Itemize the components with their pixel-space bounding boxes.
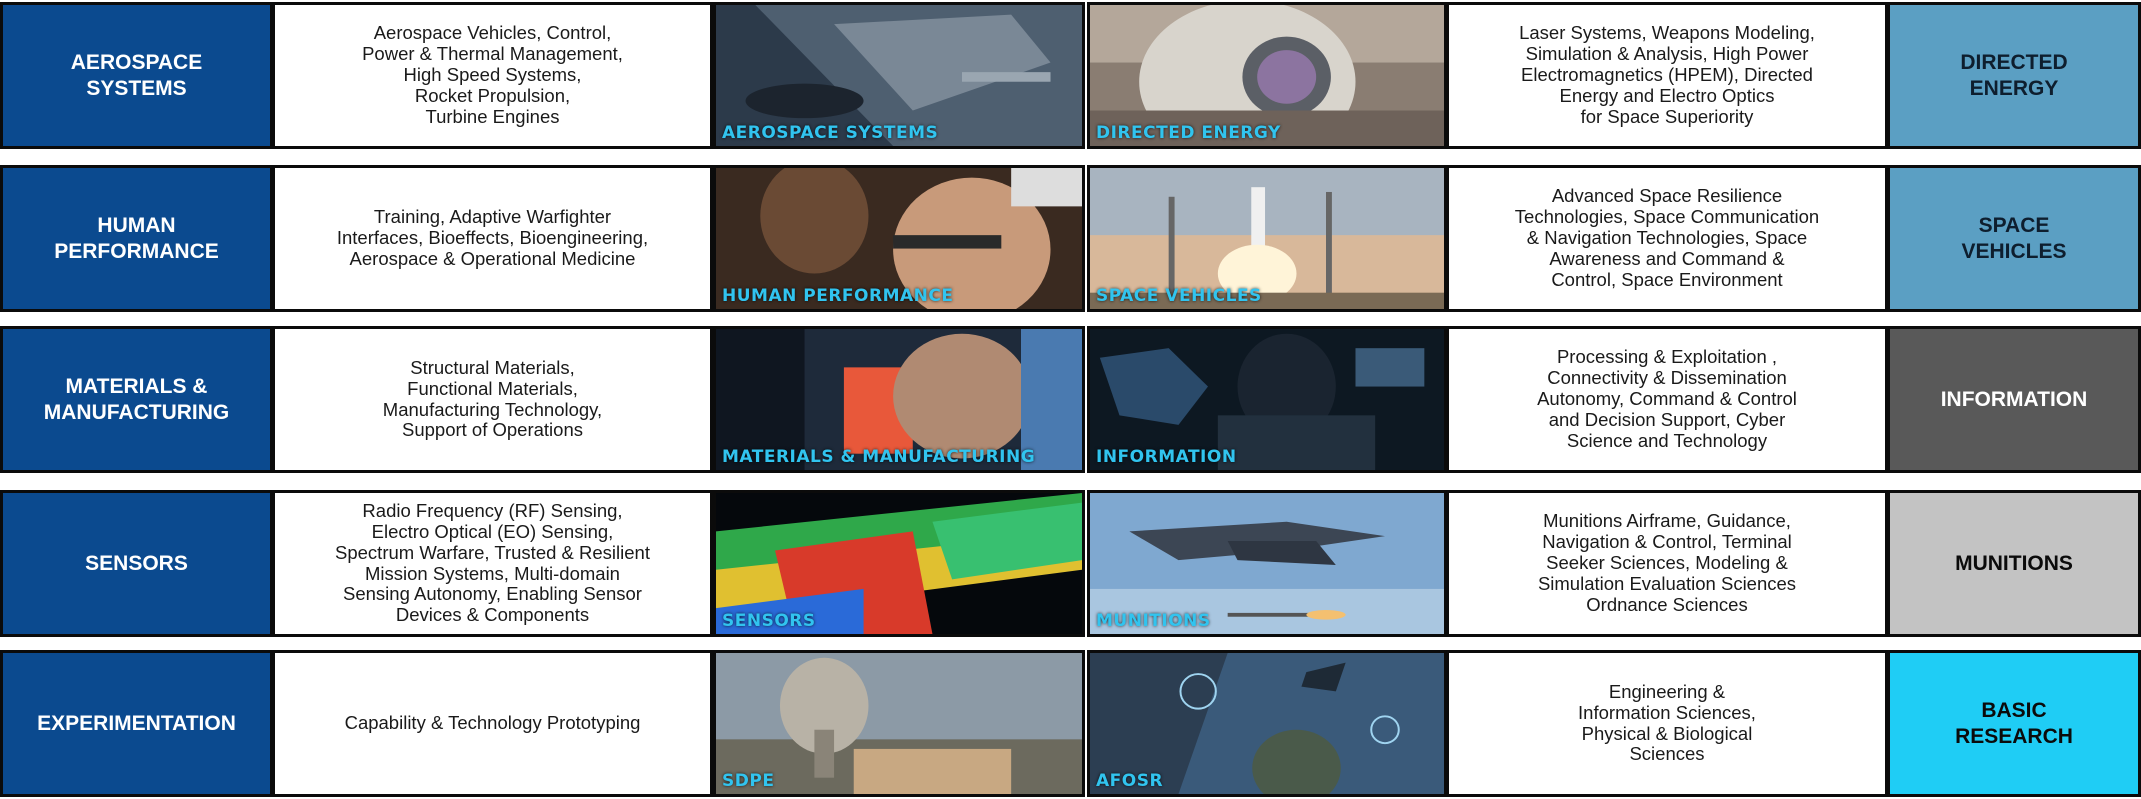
basic-research-image: AFOSR	[1087, 650, 1447, 797]
space-vehicles-label: SPACE VEHICLES	[1887, 165, 2141, 312]
aerospace-systems-caption: AEROSPACE SYSTEMS	[722, 123, 939, 143]
space-vehicles-description: Advanced Space Resilience Technologies, …	[1446, 165, 1888, 312]
directed-energy-description: Laser Systems, Weapons Modeling, Simulat…	[1446, 2, 1888, 149]
row-aerospace-systems: AEROSPACE SYSTEMS Aerospace Vehicles, Co…	[0, 2, 2141, 149]
sensors-image: SENSORS	[713, 490, 1085, 637]
sensors-caption: SENSORS	[722, 611, 816, 631]
munitions-label: MUNITIONS	[1887, 490, 2141, 637]
basic-research-caption: AFOSR	[1096, 771, 1164, 791]
munitions-caption: MUNITIONS	[1096, 611, 1211, 631]
information-label: INFORMATION	[1887, 326, 2141, 473]
experimentation-caption: SDPE	[722, 771, 775, 791]
human-performance-label: HUMAN PERFORMANCE	[0, 165, 273, 312]
information-description: Processing & Exploitation , Connectivity…	[1446, 326, 1888, 473]
munitions-description: Munitions Airframe, Guidance, Navigation…	[1446, 490, 1888, 637]
materials-manufacturing-caption: MATERIALS & MANUFACTURING	[722, 447, 1036, 467]
sensors-description: Radio Frequency (RF) Sensing, Electro Op…	[272, 490, 713, 637]
row-human-performance: HUMAN PERFORMANCE Training, Adaptive War…	[0, 165, 2141, 312]
row-sensors: SENSORS Radio Frequency (RF) Sensing, El…	[0, 490, 2141, 637]
aerospace-systems-image: AEROSPACE SYSTEMS	[713, 2, 1085, 149]
directed-energy-image: DIRECTED ENERGY	[1087, 2, 1447, 149]
space-vehicles-image: SPACE VEHICLES	[1087, 165, 1447, 312]
sensors-label: SENSORS	[0, 490, 273, 637]
basic-research-label: BASIC RESEARCH	[1887, 650, 2141, 797]
materials-manufacturing-image: MATERIALS & MANUFACTURING	[713, 326, 1085, 473]
human-performance-caption: HUMAN PERFORMANCE	[722, 286, 954, 306]
human-performance-description: Training, Adaptive Warfighter Interfaces…	[272, 165, 713, 312]
munitions-image: MUNITIONS	[1087, 490, 1447, 637]
basic-research-description: Engineering & Information Sciences, Phys…	[1446, 650, 1888, 797]
materials-manufacturing-label: MATERIALS & MANUFACTURING	[0, 326, 273, 473]
experimentation-label: EXPERIMENTATION	[0, 650, 273, 797]
aerospace-systems-description: Aerospace Vehicles, Control, Power & The…	[272, 2, 713, 149]
information-caption: INFORMATION	[1096, 447, 1237, 467]
space-vehicles-caption: SPACE VEHICLES	[1096, 286, 1262, 306]
row-materials-manufacturing: MATERIALS & MANUFACTURING Structural Mat…	[0, 326, 2141, 473]
materials-manufacturing-description: Structural Materials, Functional Materia…	[272, 326, 713, 473]
experimentation-description: Capability & Technology Prototyping	[272, 650, 713, 797]
information-image: INFORMATION	[1087, 326, 1447, 473]
directed-energy-caption: DIRECTED ENERGY	[1096, 123, 1281, 143]
directed-energy-label: DIRECTED ENERGY	[1887, 2, 2141, 149]
experimentation-image: SDPE	[713, 650, 1085, 797]
row-experimentation: EXPERIMENTATION Capability & Technology …	[0, 650, 2141, 797]
human-performance-image: HUMAN PERFORMANCE	[713, 165, 1085, 312]
aerospace-systems-label: AEROSPACE SYSTEMS	[0, 2, 273, 149]
